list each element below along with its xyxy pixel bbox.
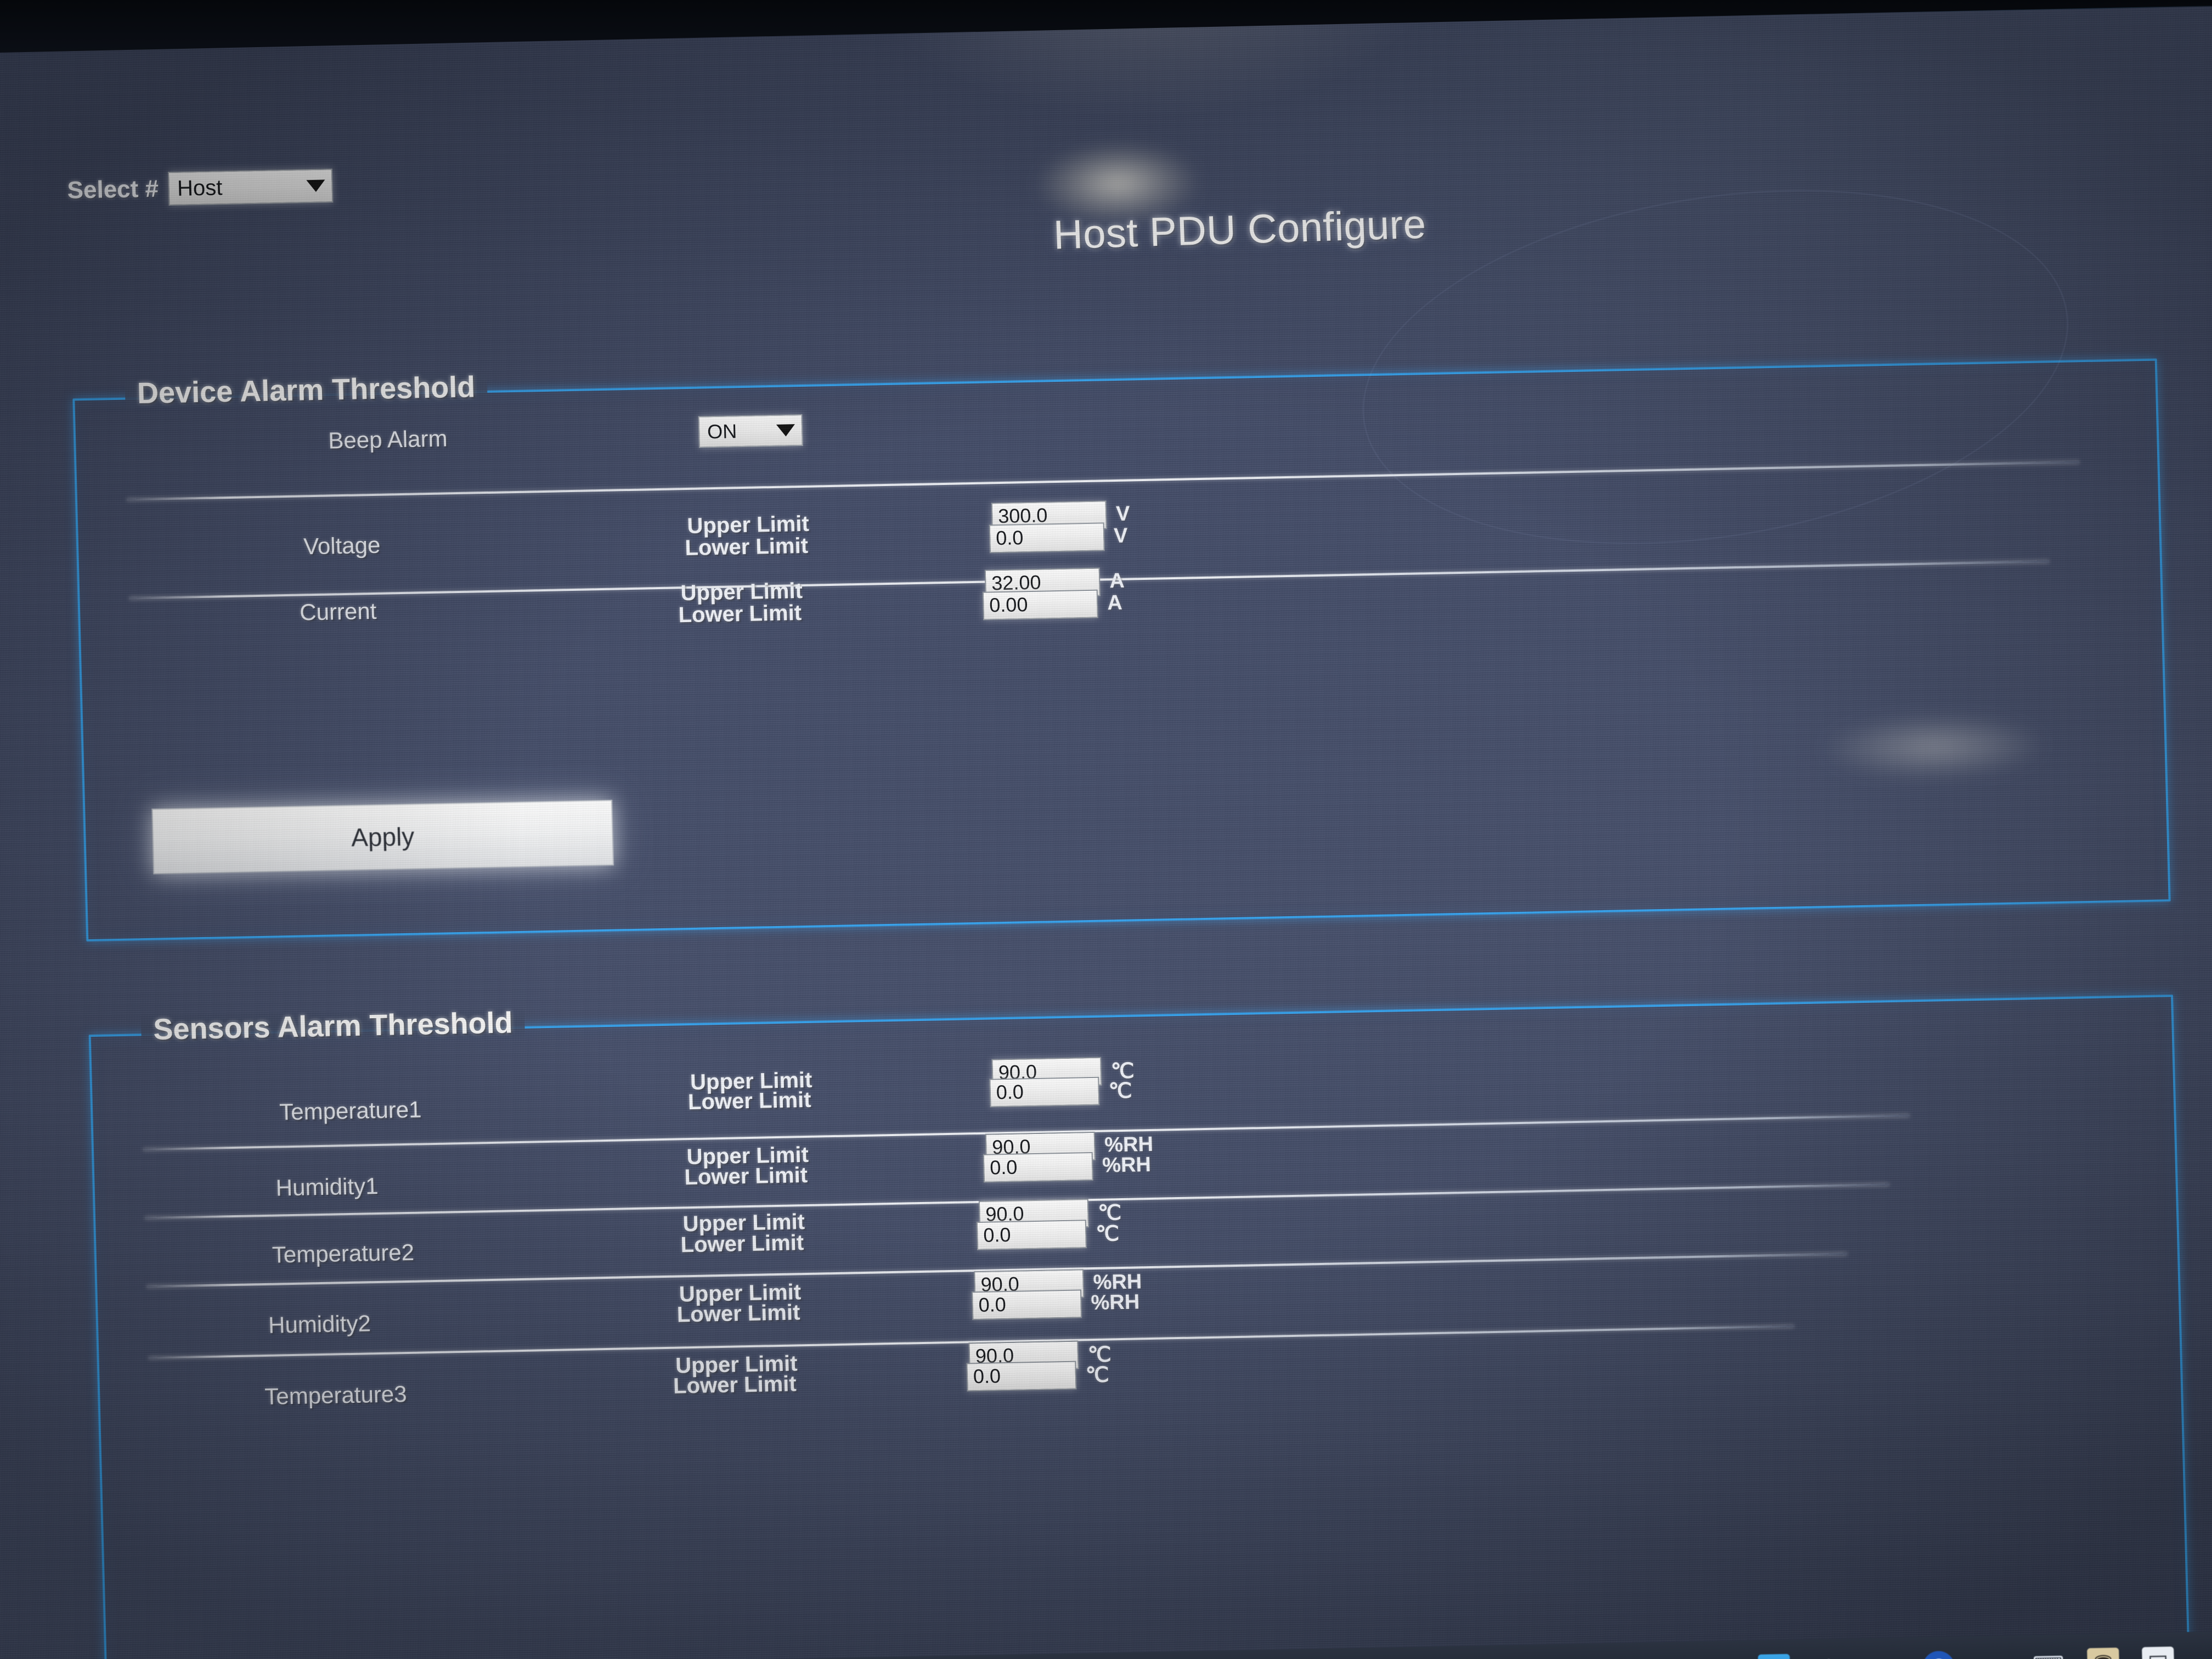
device-alarm-threshold-legend: Device Alarm Threshold xyxy=(125,369,488,411)
keyboard-icon[interactable]: ⌨ xyxy=(2032,1649,2064,1659)
sensors-alarm-threshold-legend: Sensors Alarm Threshold xyxy=(140,1005,526,1047)
sensors-alarm-threshold-fieldset: Sensors Alarm Threshold Temperature1 Upp… xyxy=(88,995,2191,1659)
temperature3-lower-limit-input[interactable]: 0.0 xyxy=(966,1361,1077,1392)
temperature2-lower-unit: ℃ xyxy=(1095,1222,1120,1246)
lower-limit-label: Lower Limit xyxy=(684,533,809,561)
ime-chinese-icon[interactable]: 中 xyxy=(1813,1653,1845,1659)
row-name-current: Current xyxy=(299,597,377,625)
row-name-humidity2: Humidity2 xyxy=(268,1310,371,1338)
page-title: Host PDU Configure xyxy=(1052,201,1427,258)
humidity1-lower-unit: %RH xyxy=(1102,1153,1152,1177)
ime-dot-icon[interactable]: · xyxy=(1867,1652,1900,1659)
beep-alarm-label: Beep Alarm xyxy=(328,425,448,454)
pdu-config-page: Select # Host Host PDU Configure Device … xyxy=(0,5,2212,1659)
row-name-humidity1: Humidity1 xyxy=(275,1172,379,1201)
volume-icon[interactable]: ◀ xyxy=(2197,1645,2212,1659)
beep-alarm-value: ON xyxy=(707,420,737,443)
row-name-voltage: Voltage xyxy=(303,532,381,560)
chevron-down-icon xyxy=(776,424,795,437)
temperature1-lower-limit-input[interactable]: 0.0 xyxy=(989,1076,1100,1108)
screen-plane: 192.168.0.163/set... d 动态DPDU Select # H… xyxy=(0,0,2212,1659)
lower-limit-label: Lower Limit xyxy=(678,601,802,628)
voltage-upper-unit: V xyxy=(1115,502,1131,526)
humidity1-lower-limit-input[interactable]: 0.0 xyxy=(983,1152,1093,1183)
row-name-temperature3: Temperature3 xyxy=(264,1381,408,1410)
chevron-down-icon xyxy=(306,179,326,193)
beep-alarm-dropdown[interactable]: ON xyxy=(698,414,803,448)
apply-button[interactable]: Apply xyxy=(151,799,614,874)
divider xyxy=(126,461,2080,501)
humidity2-lower-unit: %RH xyxy=(1091,1290,1140,1315)
temperature3-lower-unit: ℃ xyxy=(1085,1363,1110,1387)
select-device-row: Select # Host xyxy=(67,168,334,207)
lower-limit-label: Lower Limit xyxy=(680,1231,804,1257)
cloud-icon[interactable]: ☁ xyxy=(1977,1650,2010,1659)
lower-limit-label: Lower Limit xyxy=(687,1087,812,1115)
monitor-photo: 192.168.0.163/set... d 动态DPDU Select # H… xyxy=(0,0,2212,1659)
select-device-dropdown[interactable]: Host xyxy=(168,168,334,206)
lower-limit-label: Lower Limit xyxy=(676,1300,800,1327)
select-label: Select # xyxy=(67,175,159,204)
humidity2-lower-limit-input[interactable]: 0.0 xyxy=(972,1289,1082,1321)
voltage-lower-unit: V xyxy=(1113,524,1128,548)
row-name-temperature1: Temperature1 xyxy=(279,1096,422,1125)
help-icon[interactable]: ? xyxy=(1922,1650,1955,1659)
qq-icon[interactable]: Q xyxy=(1758,1654,1791,1659)
app-tan-icon[interactable]: ⛃ xyxy=(2087,1647,2120,1659)
voltage-lower-limit-input[interactable]: 0.0 xyxy=(989,522,1105,554)
temperature2-lower-limit-input[interactable]: 0.0 xyxy=(976,1220,1087,1251)
app-white-icon[interactable]: ◱ xyxy=(2142,1646,2175,1659)
current-lower-limit-input[interactable]: 0.00 xyxy=(982,589,1099,620)
select-device-value: Host xyxy=(177,175,223,201)
lower-limit-label: Lower Limit xyxy=(684,1163,808,1190)
temperature1-lower-unit: ℃ xyxy=(1108,1079,1133,1103)
current-lower-unit: A xyxy=(1107,591,1123,615)
current-upper-unit: A xyxy=(1109,569,1125,593)
lower-limit-label: Lower Limit xyxy=(673,1372,797,1398)
row-name-temperature2: Temperature2 xyxy=(272,1239,415,1268)
